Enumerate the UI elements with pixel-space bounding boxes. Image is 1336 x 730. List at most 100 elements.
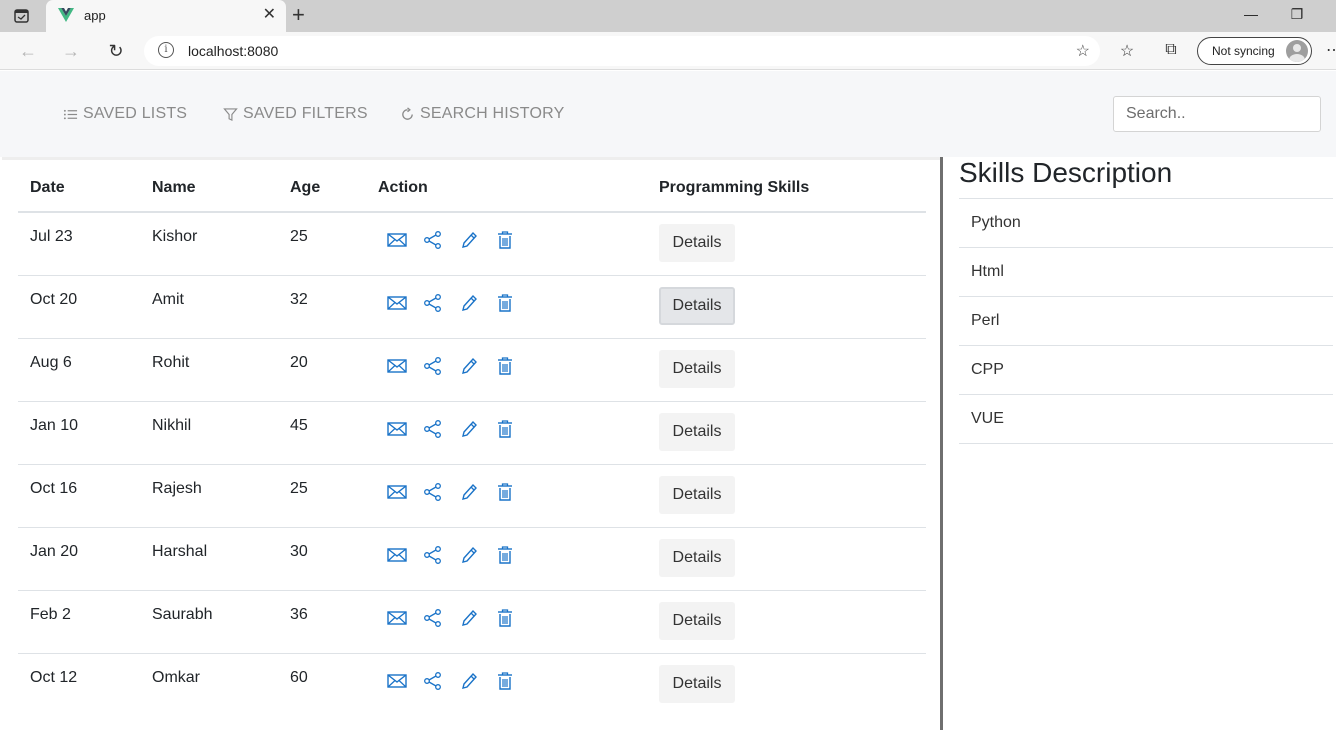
table-row: Oct 20 Amit 32 Details [18, 275, 926, 339]
table-row: Jan 20 Harshal 30 Details [18, 527, 926, 591]
pencil-icon[interactable] [458, 545, 480, 565]
mail-icon[interactable] [386, 293, 408, 313]
search-input[interactable] [1113, 96, 1321, 132]
row-actions [366, 338, 647, 402]
more-menu-icon[interactable]: ⋯ [1326, 40, 1336, 60]
row-actions [366, 590, 647, 654]
saved-lists-link[interactable]: SAVED LISTS [63, 105, 187, 123]
row-date: Oct 20 [18, 275, 140, 339]
mail-icon[interactable] [386, 482, 408, 502]
vue-logo-icon [58, 8, 74, 22]
address-bar[interactable]: i localhost:8080 ☆ [144, 36, 1100, 66]
pencil-icon[interactable] [458, 419, 480, 439]
skills-list: Python Html Perl CPP VUE [959, 198, 1333, 444]
trash-icon[interactable] [494, 482, 516, 502]
row-date: Jan 10 [18, 401, 140, 465]
browser-tab[interactable]: app ✕ [46, 0, 286, 32]
pencil-icon[interactable] [458, 230, 480, 250]
trash-icon[interactable] [494, 671, 516, 691]
trash-icon[interactable] [494, 293, 516, 313]
details-button[interactable]: Details [659, 475, 735, 514]
saved-filters-link[interactable]: SAVED FILTERS [223, 105, 368, 123]
pencil-icon[interactable] [458, 356, 480, 376]
trash-icon[interactable] [494, 608, 516, 628]
row-actions [366, 212, 647, 276]
new-tab-icon[interactable]: + [292, 4, 305, 26]
pencil-icon[interactable] [458, 608, 480, 628]
table-row: Aug 6 Rohit 20 Details [18, 338, 926, 402]
row-date: Feb 2 [18, 590, 140, 654]
details-button[interactable]: Details [659, 349, 735, 388]
row-date: Oct 16 [18, 464, 140, 528]
profile-sync-button[interactable]: Not syncing [1197, 37, 1312, 65]
trash-icon[interactable] [494, 356, 516, 376]
pencil-icon[interactable] [458, 482, 480, 502]
pencil-icon[interactable] [458, 671, 480, 691]
collections-icon[interactable]: ⧉ [1161, 41, 1181, 59]
minimize-icon[interactable]: — [1228, 4, 1274, 24]
details-button[interactable]: Details [659, 601, 735, 640]
trash-icon[interactable] [494, 419, 516, 439]
row-skills: Details [647, 590, 926, 654]
browser-tab-bar: app ✕ + — ❐ [0, 0, 1336, 32]
mail-icon[interactable] [386, 608, 408, 628]
tab-actions-icon[interactable] [12, 7, 32, 25]
details-button[interactable]: Details [659, 224, 735, 262]
refresh-icon[interactable]: ↻ [104, 39, 128, 63]
table-row: Oct 16 Rajesh 25 Details [18, 464, 926, 528]
share-icon[interactable] [422, 671, 444, 691]
restore-icon[interactable]: ❐ [1274, 4, 1320, 24]
row-name: Amit [140, 275, 278, 339]
mail-icon[interactable] [386, 545, 408, 565]
row-age: 45 [278, 401, 366, 465]
row-age: 25 [278, 212, 366, 276]
row-skills: Details [647, 212, 926, 276]
skill-item[interactable]: CPP [959, 346, 1333, 395]
date-column-header: Date [18, 164, 140, 213]
back-arrow-icon[interactable]: ← [16, 39, 40, 63]
url-text[interactable]: localhost:8080 [188, 43, 278, 59]
row-age: 25 [278, 464, 366, 528]
share-icon[interactable] [422, 608, 444, 628]
mail-icon[interactable] [386, 671, 408, 691]
saved-lists-label: SAVED LISTS [83, 105, 188, 122]
mail-icon[interactable] [386, 230, 408, 250]
share-icon[interactable] [422, 356, 444, 376]
skill-item[interactable]: VUE [959, 395, 1333, 444]
row-date: Aug 6 [18, 338, 140, 402]
skill-item[interactable]: Python [959, 199, 1333, 248]
site-info-icon[interactable]: i [158, 42, 174, 58]
mail-icon[interactable] [386, 419, 408, 439]
skill-item[interactable]: Perl [959, 297, 1333, 346]
details-button[interactable]: Details [659, 286, 735, 325]
records-table: Date Name Age Action Programming Skills … [18, 164, 926, 716]
add-favorite-icon[interactable]: ☆ [1076, 41, 1090, 61]
share-icon[interactable] [422, 419, 444, 439]
age-column-header: Age [278, 164, 366, 213]
row-age: 60 [290, 668, 308, 686]
share-icon[interactable] [422, 293, 444, 313]
details-button[interactable]: Details [659, 412, 735, 451]
filter-icon [223, 107, 238, 121]
forward-arrow-icon[interactable]: → [59, 39, 83, 63]
row-name: Omkar [152, 668, 200, 686]
details-button[interactable]: Details [659, 538, 735, 577]
share-icon[interactable] [422, 482, 444, 502]
share-icon[interactable] [422, 545, 444, 565]
saved-filters-label: SAVED FILTERS [243, 105, 368, 122]
mail-icon[interactable] [386, 356, 408, 376]
skills-panel: Skills Description Python Html Perl CPP VUE [943, 157, 1336, 730]
history-icon [402, 106, 413, 120]
favorites-icon[interactable]: ☆ [1117, 41, 1137, 61]
trash-icon[interactable] [494, 230, 516, 250]
sync-label: Not syncing [1212, 44, 1275, 58]
trash-icon[interactable] [494, 545, 516, 565]
search-history-link[interactable]: SEARCH HISTORY [400, 105, 564, 123]
share-icon[interactable] [422, 230, 444, 250]
skill-item[interactable]: Html [959, 248, 1333, 297]
details-button[interactable]: Details [659, 664, 735, 703]
row-age: 20 [278, 338, 366, 402]
tab-close-icon[interactable]: ✕ [263, 6, 276, 24]
row-skills: Details [647, 527, 926, 591]
pencil-icon[interactable] [458, 293, 480, 313]
